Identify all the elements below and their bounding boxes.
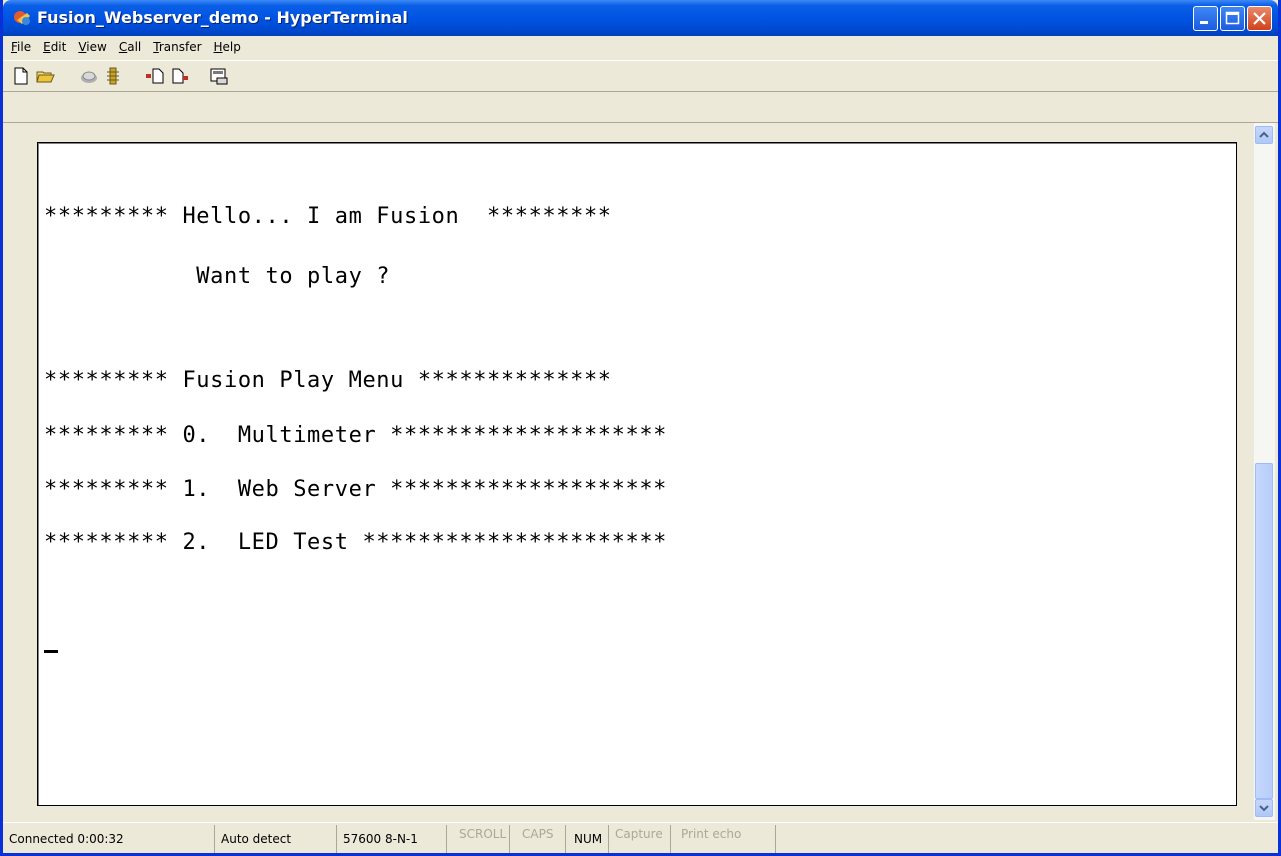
close-button[interactable] [1247, 6, 1272, 31]
title-bar[interactable]: Fusion_Webserver_demo - HyperTerminal [3, 0, 1278, 36]
status-detect: Auto detect [215, 824, 337, 853]
menu-bar: File Edit View Call Transfer Help [3, 36, 1278, 58]
minimize-icon [1200, 21, 1208, 24]
menu-view[interactable]: View [78, 40, 106, 54]
scroll-down-button[interactable] [1255, 799, 1273, 817]
menu-transfer[interactable]: Transfer [153, 40, 201, 54]
maximize-button[interactable] [1220, 6, 1245, 31]
terminal-line-option-1: ********* 1. Web Server ****************… [44, 477, 668, 502]
hyperterminal-app-icon [14, 11, 30, 25]
dial-phone-icon[interactable] [79, 66, 99, 86]
close-icon [1253, 12, 1266, 25]
toolbar [3, 60, 1278, 92]
status-capture: Capture [609, 824, 671, 853]
scroll-up-button[interactable] [1255, 126, 1273, 144]
arrow-up-icon [1259, 131, 1269, 138]
menu-file[interactable]: File [11, 40, 31, 54]
minimize-button[interactable] [1193, 6, 1218, 31]
status-spacer [776, 825, 1278, 853]
toolbar-separator [3, 122, 1278, 123]
terminal-screen[interactable]: ********* Hello... I am Fusion *********… [37, 142, 1237, 806]
status-connected: Connected 0:00:32 [3, 824, 215, 853]
menu-edit[interactable]: Edit [43, 40, 66, 54]
status-caps: CAPS [510, 824, 566, 853]
menu-help[interactable]: Help [214, 40, 241, 54]
terminal-line-option-2: ********* 2. LED Test ******************… [44, 530, 668, 555]
status-port: 57600 8-N-1 [337, 824, 447, 853]
arrow-down-icon [1259, 805, 1269, 812]
terminal-cursor [44, 650, 58, 653]
status-num: NUM [566, 824, 609, 853]
status-scroll: SCROLL [447, 824, 510, 853]
hyperterminal-window: Fusion_Webserver_demo - HyperTerminal Fi… [0, 0, 1281, 856]
scroll-thumb[interactable] [1255, 463, 1273, 799]
vertical-scrollbar[interactable] [1253, 123, 1275, 820]
maximize-icon [1225, 11, 1240, 25]
new-file-icon[interactable] [11, 66, 31, 86]
disconnect-icon[interactable] [103, 66, 123, 86]
receive-file-icon[interactable] [169, 66, 189, 86]
terminal-line-menu-title: ********* Fusion Play Menu *************… [44, 368, 612, 393]
menu-call[interactable]: Call [119, 40, 141, 54]
terminal-line-option-0: ********* 0. Multimeter ****************… [44, 423, 668, 448]
window-title: Fusion_Webserver_demo - HyperTerminal [37, 8, 408, 27]
properties-icon[interactable] [209, 66, 229, 86]
send-file-icon[interactable] [145, 66, 165, 86]
terminal-line-prompt: Want to play ? [44, 264, 391, 289]
terminal-line-greeting: ********* Hello... I am Fusion ********* [44, 204, 612, 229]
status-print-echo: Print echo [671, 824, 776, 853]
open-folder-icon[interactable] [35, 66, 55, 86]
status-bar: Connected 0:00:32 Auto detect 57600 8-N-… [3, 822, 1278, 854]
